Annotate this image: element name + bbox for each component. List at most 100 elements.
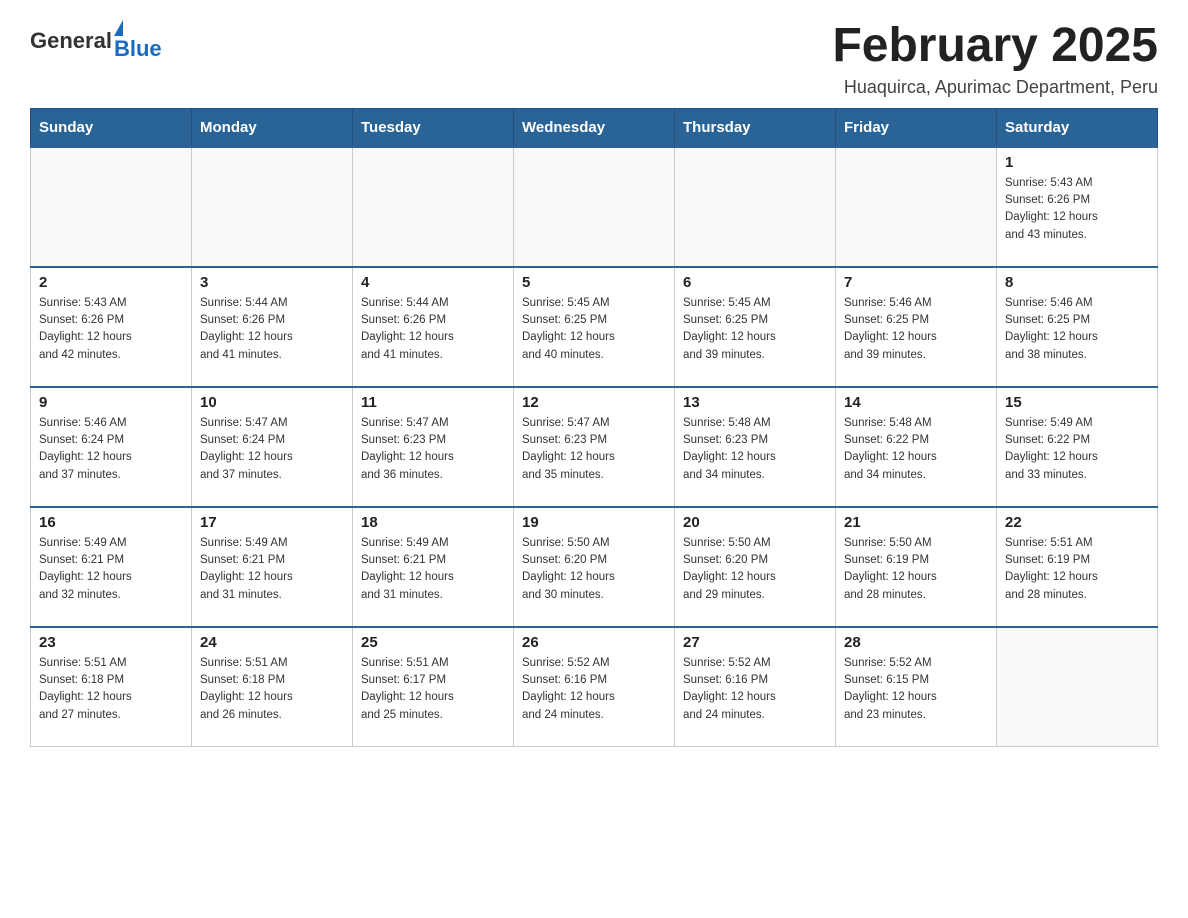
calendar-cell: 23Sunrise: 5:51 AM Sunset: 6:18 PM Dayli… <box>31 627 192 747</box>
calendar-cell: 27Sunrise: 5:52 AM Sunset: 6:16 PM Dayli… <box>675 627 836 747</box>
day-number: 2 <box>39 274 183 291</box>
day-number: 1 <box>1005 154 1149 171</box>
day-number: 15 <box>1005 394 1149 411</box>
calendar-cell <box>836 147 997 267</box>
calendar-cell: 16 Sunrise: 5:49 AM Sunset: 6:21 PM Dayli… <box>31 507 192 627</box>
logo: General Blue <box>30 20 162 62</box>
calendar-cell: 1 Sunrise: 5:43 AM Sunset: 6:26 PM Daylig… <box>997 147 1158 267</box>
day-number: 10 <box>200 394 344 411</box>
calendar-cell <box>514 147 675 267</box>
day-info: Sunrise: 5:48 AM Sunset: 6:23 PM Dayligh… <box>683 415 827 484</box>
day-info: Sunrise: 5:45 AM Sunset: 6:25 PM Dayligh… <box>683 295 827 364</box>
day-info: Sunrise: 5:47 AM Sunset: 6:24 PM Dayligh… <box>200 415 344 484</box>
day-number: 3 <box>200 274 344 291</box>
day-info: Sunrise: 5:49 AM Sunset: 6:22 PM Dayligh… <box>1005 415 1149 484</box>
day-info: Sunrise: 5:51 AM Sunset: 6:17 PM Dayligh… <box>361 655 505 724</box>
calendar-cell: 8 Sunrise: 5:46 AM Sunset: 6:25 PM Daylig… <box>997 267 1158 387</box>
day-info: Sunrise: 5:49 AM Sunset: 6:21 PM Dayligh… <box>200 535 344 604</box>
calendar-cell: 22Sunrise: 5:51 AM Sunset: 6:19 PM Dayli… <box>997 507 1158 627</box>
week-row-5: 23Sunrise: 5:51 AM Sunset: 6:18 PM Dayli… <box>31 627 1158 747</box>
logo-general-text: General <box>30 28 112 54</box>
day-info: Sunrise: 5:48 AM Sunset: 6:22 PM Dayligh… <box>844 415 988 484</box>
calendar-cell: 12Sunrise: 5:47 AM Sunset: 6:23 PM Dayli… <box>514 387 675 507</box>
day-info: Sunrise: 5:43 AM Sunset: 6:26 PM Dayligh… <box>1005 175 1149 244</box>
col-wednesday: Wednesday <box>514 108 675 147</box>
day-number: 5 <box>522 274 666 291</box>
calendar-cell: 24 Sunrise: 5:51 AM Sunset: 6:18 PM Dayli… <box>192 627 353 747</box>
calendar-cell: 26 Sunrise: 5:52 AM Sunset: 6:16 PM Dayli… <box>514 627 675 747</box>
day-number: 16 <box>39 514 183 531</box>
day-number: 7 <box>844 274 988 291</box>
calendar-cell: 15 Sunrise: 5:49 AM Sunset: 6:22 PM Dayli… <box>997 387 1158 507</box>
day-number: 17 <box>200 514 344 531</box>
col-tuesday: Tuesday <box>353 108 514 147</box>
location-subtitle: Huaquirca, Apurimac Department, Peru <box>832 77 1158 98</box>
day-info: Sunrise: 5:50 AM Sunset: 6:19 PM Dayligh… <box>844 535 988 604</box>
day-info: Sunrise: 5:44 AM Sunset: 6:26 PM Dayligh… <box>361 295 505 364</box>
day-info: Sunrise: 5:50 AM Sunset: 6:20 PM Dayligh… <box>522 535 666 604</box>
day-info: Sunrise: 5:51 AM Sunset: 6:18 PM Dayligh… <box>39 655 183 724</box>
calendar-cell: 3 Sunrise: 5:44 AM Sunset: 6:26 PM Daylig… <box>192 267 353 387</box>
week-row-1: 1 Sunrise: 5:43 AM Sunset: 6:26 PM Daylig… <box>31 147 1158 267</box>
calendar-cell: 20 Sunrise: 5:50 AM Sunset: 6:20 PM Dayli… <box>675 507 836 627</box>
day-number: 14 <box>844 394 988 411</box>
day-info: Sunrise: 5:52 AM Sunset: 6:16 PM Dayligh… <box>522 655 666 724</box>
day-info: Sunrise: 5:47 AM Sunset: 6:23 PM Dayligh… <box>522 415 666 484</box>
calendar-header-row: Sunday Monday Tuesday Wednesday Thursday… <box>31 108 1158 147</box>
calendar-cell: 28 Sunrise: 5:52 AM Sunset: 6:15 PM Dayli… <box>836 627 997 747</box>
calendar-cell <box>675 147 836 267</box>
day-info: Sunrise: 5:47 AM Sunset: 6:23 PM Dayligh… <box>361 415 505 484</box>
col-saturday: Saturday <box>997 108 1158 147</box>
day-info: Sunrise: 5:46 AM Sunset: 6:24 PM Dayligh… <box>39 415 183 484</box>
day-info: Sunrise: 5:46 AM Sunset: 6:25 PM Dayligh… <box>844 295 988 364</box>
day-info: Sunrise: 5:49 AM Sunset: 6:21 PM Dayligh… <box>39 535 183 604</box>
day-number: 19 <box>522 514 666 531</box>
col-sunday: Sunday <box>31 108 192 147</box>
day-info: Sunrise: 5:50 AM Sunset: 6:20 PM Dayligh… <box>683 535 827 604</box>
logo-triangle-icon <box>114 20 123 36</box>
calendar-cell <box>31 147 192 267</box>
calendar-cell: 18Sunrise: 5:49 AM Sunset: 6:21 PM Dayli… <box>353 507 514 627</box>
day-info: Sunrise: 5:43 AM Sunset: 6:26 PM Dayligh… <box>39 295 183 364</box>
week-row-2: 2 Sunrise: 5:43 AM Sunset: 6:26 PM Daylig… <box>31 267 1158 387</box>
day-number: 13 <box>683 394 827 411</box>
day-number: 21 <box>844 514 988 531</box>
day-number: 26 <box>522 634 666 651</box>
page-header: General Blue February 2025 Huaquirca, Ap… <box>30 20 1158 98</box>
day-info: Sunrise: 5:51 AM Sunset: 6:18 PM Dayligh… <box>200 655 344 724</box>
calendar-cell: 25 Sunrise: 5:51 AM Sunset: 6:17 PM Dayli… <box>353 627 514 747</box>
day-info: Sunrise: 5:51 AM Sunset: 6:19 PM Dayligh… <box>1005 535 1149 604</box>
day-number: 9 <box>39 394 183 411</box>
day-info: Sunrise: 5:46 AM Sunset: 6:25 PM Dayligh… <box>1005 295 1149 364</box>
col-thursday: Thursday <box>675 108 836 147</box>
week-row-3: 9 Sunrise: 5:46 AM Sunset: 6:24 PM Daylig… <box>31 387 1158 507</box>
day-number: 18 <box>361 514 505 531</box>
calendar-cell <box>192 147 353 267</box>
day-number: 25 <box>361 634 505 651</box>
calendar-cell: 5Sunrise: 5:45 AM Sunset: 6:25 PM Daylig… <box>514 267 675 387</box>
day-number: 27 <box>683 634 827 651</box>
logo-blue-text: Blue <box>114 36 162 62</box>
title-area: February 2025 Huaquirca, Apurimac Depart… <box>832 20 1158 98</box>
day-info: Sunrise: 5:44 AM Sunset: 6:26 PM Dayligh… <box>200 295 344 364</box>
calendar-cell: 4 Sunrise: 5:44 AM Sunset: 6:26 PM Daylig… <box>353 267 514 387</box>
day-number: 28 <box>844 634 988 651</box>
calendar-cell: 21 Sunrise: 5:50 AM Sunset: 6:19 PM Dayli… <box>836 507 997 627</box>
calendar-cell: 7 Sunrise: 5:46 AM Sunset: 6:25 PM Daylig… <box>836 267 997 387</box>
calendar-cell: 10 Sunrise: 5:47 AM Sunset: 6:24 PM Dayli… <box>192 387 353 507</box>
calendar-cell: 11Sunrise: 5:47 AM Sunset: 6:23 PM Dayli… <box>353 387 514 507</box>
week-row-4: 16 Sunrise: 5:49 AM Sunset: 6:21 PM Dayli… <box>31 507 1158 627</box>
calendar-cell: 19 Sunrise: 5:50 AM Sunset: 6:20 PM Dayli… <box>514 507 675 627</box>
col-friday: Friday <box>836 108 997 147</box>
day-number: 20 <box>683 514 827 531</box>
day-number: 6 <box>683 274 827 291</box>
calendar-table: Sunday Monday Tuesday Wednesday Thursday… <box>30 108 1158 748</box>
day-info: Sunrise: 5:52 AM Sunset: 6:15 PM Dayligh… <box>844 655 988 724</box>
day-number: 4 <box>361 274 505 291</box>
day-number: 8 <box>1005 274 1149 291</box>
calendar-cell: 13 Sunrise: 5:48 AM Sunset: 6:23 PM Dayli… <box>675 387 836 507</box>
calendar-cell: 6 Sunrise: 5:45 AM Sunset: 6:25 PM Daylig… <box>675 267 836 387</box>
day-number: 24 <box>200 634 344 651</box>
calendar-cell <box>353 147 514 267</box>
calendar-cell: 17 Sunrise: 5:49 AM Sunset: 6:21 PM Dayli… <box>192 507 353 627</box>
